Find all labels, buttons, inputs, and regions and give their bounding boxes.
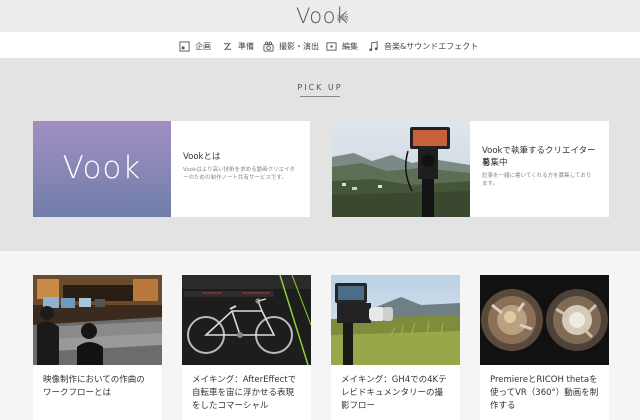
- planning-icon: [179, 40, 190, 52]
- article-title-line: ワークフローとは: [43, 388, 112, 398]
- vr-360-photo: [480, 275, 609, 365]
- feature-description-line: Vookはより高い技術を求める動画クリエイタ: [183, 167, 295, 173]
- article-card[interactable]: 映像制作においての作曲の ワークフローとは: [33, 275, 162, 420]
- article-title-line: メイキング：GH4での4Kテ: [341, 375, 447, 385]
- beta-badge: β版: [337, 14, 349, 22]
- feature-card-about[interactable]: Vook Vookとは Vookはより高い技術を求める動画クリエイタ ーのための…: [33, 121, 310, 217]
- nav-label: 企画: [195, 41, 211, 51]
- nav-item-editing[interactable]: 編集: [326, 39, 358, 53]
- article-title-line: 自転車を宙に浮かせる表現: [192, 388, 295, 398]
- feature-description-line: 記事を一緒に書いてくれる方を募集しており: [482, 173, 592, 179]
- article-title-line: 作する: [490, 401, 516, 411]
- music-icon: [369, 40, 378, 51]
- nav-label: 準備: [238, 41, 254, 51]
- nav-label: 音楽&サウンドエフェクト: [384, 41, 479, 51]
- feature-description-line: ます。: [482, 181, 498, 187]
- feature-thumbnail: Vook: [33, 121, 171, 217]
- preparation-icon: [223, 42, 232, 50]
- category-nav: 企画 準備 撮影・演出 編集 音楽&サウンドエフェクト: [0, 32, 640, 59]
- article-card[interactable]: PremiereとRICOH thetaを 使ってVR（360°）動画を制 作す…: [480, 275, 609, 420]
- article-card[interactable]: メイキング：AfterEffectで 自転車を宙に浮かせる表現 をしたコマーシャ…: [182, 275, 311, 420]
- article-thumbnail: [480, 275, 609, 365]
- article-title-line: 映像制作においての作曲の: [43, 375, 145, 385]
- nav-label: 編集: [342, 41, 358, 51]
- feature-title: Vookとは: [183, 152, 221, 162]
- feature-title-line: 募集中: [482, 158, 508, 168]
- article-title-line: 使ってVR（360°）動画を制: [490, 388, 599, 398]
- studio-photo: [33, 275, 162, 365]
- gh4-camera-photo: [331, 275, 460, 365]
- top-bar: Vook β版: [0, 0, 640, 32]
- article-thumbnail: [33, 275, 162, 365]
- article-thumbnail: [182, 275, 311, 365]
- article-list: 映像制作においての作曲の ワークフローとは メイキング：AfterEffectで…: [0, 251, 640, 420]
- feature-thumbnail: [332, 121, 470, 217]
- pickup-title: PICK UP: [297, 83, 343, 92]
- pickup-section: PICK UP Vook Vookとは Vookはより高い技術を求める動画クリエ…: [0, 59, 640, 251]
- camera-icon: [263, 41, 274, 52]
- article-title-line: 影フロー: [341, 401, 376, 411]
- edit-icon: [326, 41, 337, 51]
- camera-landscape-photo: [332, 121, 470, 217]
- article-title-line: をしたコマーシャル: [192, 401, 269, 411]
- nav-item-shooting[interactable]: 撮影・演出: [263, 39, 319, 53]
- nav-item-preparation[interactable]: 準備: [222, 39, 254, 53]
- bicycle-photo: [182, 275, 311, 365]
- pickup-divider: [300, 96, 340, 97]
- thumbnail-logo: Vook: [62, 150, 142, 186]
- nav-label: 撮影・演出: [279, 41, 319, 51]
- article-title-line: PremiereとRICOH thetaを: [490, 375, 598, 385]
- article-title-line: メイキング：AfterEffectで: [192, 375, 297, 385]
- feature-description-line: ーのための制作ノート共有サービスです。: [183, 175, 287, 181]
- article-thumbnail: [331, 275, 460, 365]
- feature-card-writers[interactable]: Vookで執筆するクリエイターを 募集中 記事を一緒に書いてくれる方を募集してお…: [332, 121, 609, 217]
- nav-item-planning[interactable]: 企画: [179, 39, 211, 53]
- nav-item-music[interactable]: 音楽&サウンドエフェクト: [368, 39, 478, 53]
- article-title-line: レビドキュメンタリーの撮: [341, 388, 444, 398]
- article-card[interactable]: メイキング：GH4での4Kテ レビドキュメンタリーの撮 影フロー: [331, 275, 460, 420]
